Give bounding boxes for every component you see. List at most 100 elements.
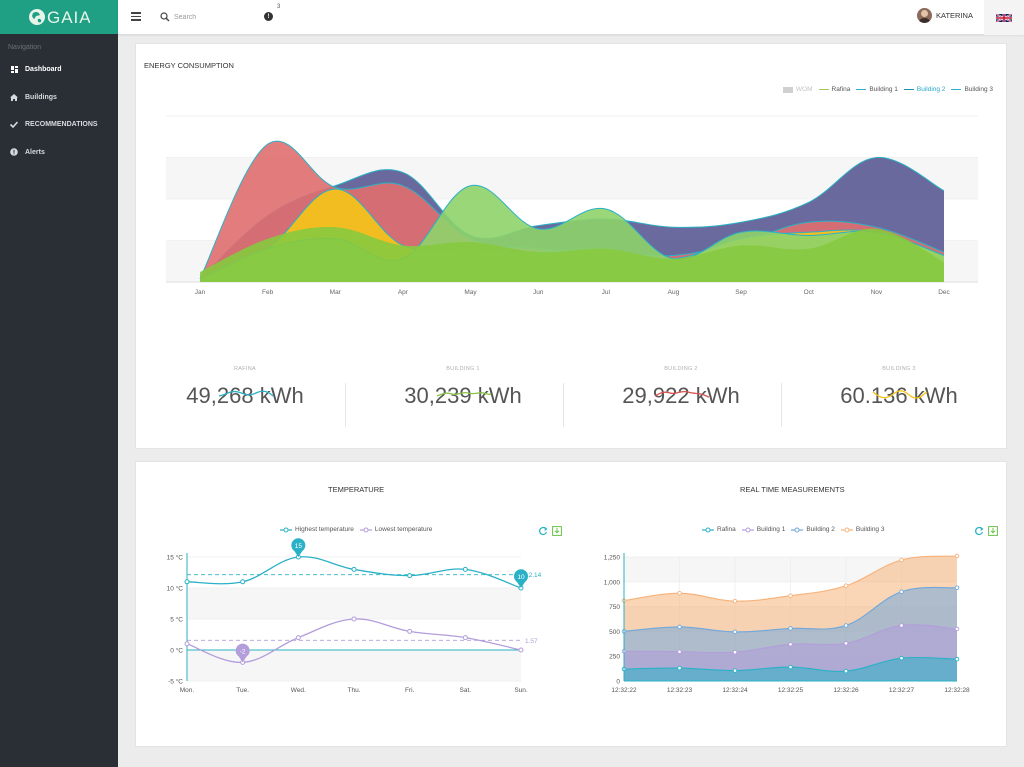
data-point-rafina [954, 656, 960, 662]
stat-label: BUILDING 3 [882, 366, 916, 372]
dashboard-icon [10, 66, 18, 74]
sparkline-building-2 [654, 390, 710, 398]
y-tick-label: 10 °C [167, 585, 184, 593]
x-tick-label: Feb [262, 289, 274, 296]
sparkline-rafina [218, 390, 274, 397]
divider [345, 383, 346, 427]
sparkline-building-3 [872, 390, 928, 399]
language-selector[interactable] [984, 0, 1024, 35]
data-point-highest [240, 579, 246, 585]
data-point-building-1 [677, 649, 682, 654]
energy-consumption-card: ENERGY CONSUMPTION WOM Rafina Building 1… [135, 43, 1007, 449]
stat-label: RAFINA [234, 366, 256, 372]
energy-area-chart: Jan Feb Mar Apr May Jun Jul Aug Sep Oct Nov Dec [166, 115, 978, 296]
x-tick-label: Dec [938, 289, 950, 296]
realtime-area-chart: 1,250 1,000 750 500 250 012:32:22 12:32:23 12:3… [604, 553, 970, 694]
data-point-building-2 [843, 623, 849, 628]
sidebar-item-buildings[interactable]: Buildings [0, 84, 118, 112]
data-point-rafina [677, 665, 682, 671]
search-icon [160, 12, 170, 22]
x-tick-label: Jun [533, 289, 544, 296]
sidebar-item-recommendations[interactable]: RECOMMENDATIONS [0, 111, 118, 139]
data-point-building-3 [732, 598, 738, 604]
marker-pin-label-lowest: -2 [240, 648, 246, 655]
user-menu[interactable]: KATERINA [917, 8, 973, 23]
data-point-rafina [899, 655, 904, 661]
x-tick-label: Oct [804, 289, 814, 296]
hamburger-icon[interactable] [131, 12, 141, 21]
x-tick-label: 12:32:25 [778, 687, 804, 694]
x-tick-label: 12:32:26 [833, 687, 859, 694]
x-tick-label: Mar [330, 289, 342, 296]
marker-pin-label-highest: 15 [295, 543, 303, 550]
data-point-lowest [351, 616, 357, 622]
x-tick-label: 12:32:23 [667, 687, 693, 694]
search-input[interactable] [174, 11, 264, 24]
data-point-building-3 [843, 583, 849, 589]
sparkline-building-1 [436, 391, 492, 397]
data-point-building-1 [788, 642, 793, 647]
data-point-lowest [184, 641, 190, 647]
data-point-building-2 [954, 585, 960, 591]
y-tick-label: 1,000 [604, 579, 621, 586]
y-tick-label: 15 °C [167, 554, 184, 562]
data-point-highest [462, 566, 468, 572]
alert-circle-icon [10, 148, 18, 157]
x-tick-label: Sun. [514, 687, 528, 694]
data-point-rafina [843, 668, 849, 674]
data-point-building-2 [732, 629, 738, 635]
notification-count: 3 [277, 4, 281, 10]
gaia-logo: GAIA [29, 8, 90, 27]
data-point-building-1 [954, 626, 960, 632]
sidebar-item-label: RECOMMENDATIONS [25, 121, 98, 129]
data-point-lowest [407, 628, 413, 634]
series-line-highest [186, 556, 522, 589]
divider [563, 383, 564, 427]
exclamation-icon[interactable]: ! [264, 12, 273, 21]
x-tick-label: Jul [602, 289, 611, 296]
data-point-building-2 [788, 626, 793, 631]
x-tick-label: Apr [398, 289, 409, 296]
data-point-building-3 [899, 557, 904, 563]
data-point-lowest [518, 647, 524, 653]
app-logo[interactable]: GAIA [0, 0, 118, 34]
data-point-building-3 [677, 590, 682, 596]
nav-heading: Navigation [8, 44, 42, 51]
avatar [917, 8, 932, 23]
sidebar-item-alerts[interactable]: Alerts [0, 139, 118, 167]
y-tick-label: 250 [609, 654, 620, 661]
data-point-building-1 [843, 641, 849, 646]
x-tick-label: Jan [195, 289, 206, 296]
sidebar-item-label: Dashboard [25, 66, 62, 74]
data-point-lowest [295, 635, 301, 641]
svg-text:GAIA: GAIA [47, 8, 90, 27]
temperature-realtime-card: TEMPERATURE REAL TIME MEASUREMENTS Highe… [135, 461, 1007, 747]
y-tick-label: 5 °C [170, 616, 183, 624]
data-point-highest [351, 566, 357, 572]
data-point-building-2 [899, 589, 904, 594]
data-point-building-2 [677, 624, 682, 630]
divider [781, 383, 782, 427]
data-point-rafina [732, 668, 738, 673]
data-point-highest [407, 573, 413, 579]
x-tick-label: Sep [735, 289, 747, 296]
x-tick-label: Aug [668, 289, 680, 296]
x-tick-label: 12:32:22 [611, 687, 637, 694]
data-point-lowest [462, 635, 468, 641]
x-tick-label: Nov [871, 289, 883, 296]
average-label-lowest: 1.57 [525, 638, 538, 645]
sidebar-item-label: Alerts [25, 148, 45, 156]
stat-label: BUILDING 2 [664, 366, 698, 372]
data-point-building-1 [899, 623, 904, 628]
x-tick-label: 12:32:24 [722, 687, 748, 694]
x-tick-label: May [464, 289, 477, 296]
x-tick-label: 12:32:28 [944, 687, 970, 694]
y-tick-label: 0 [616, 679, 620, 686]
temperature-line-chart: 15 °C 10 °C 5 °C 0 °C -5 °CMon. Tue. Wed. Thu. F… [167, 538, 542, 694]
y-tick-label: 750 [609, 604, 620, 611]
sidebar-item-label: Buildings [25, 93, 57, 101]
y-tick-label: 0 °C [170, 647, 183, 655]
stat-label: BUILDING 1 [446, 366, 480, 372]
sidebar-item-dashboard[interactable]: Dashboard [0, 56, 118, 84]
data-point-rafina [788, 664, 793, 670]
